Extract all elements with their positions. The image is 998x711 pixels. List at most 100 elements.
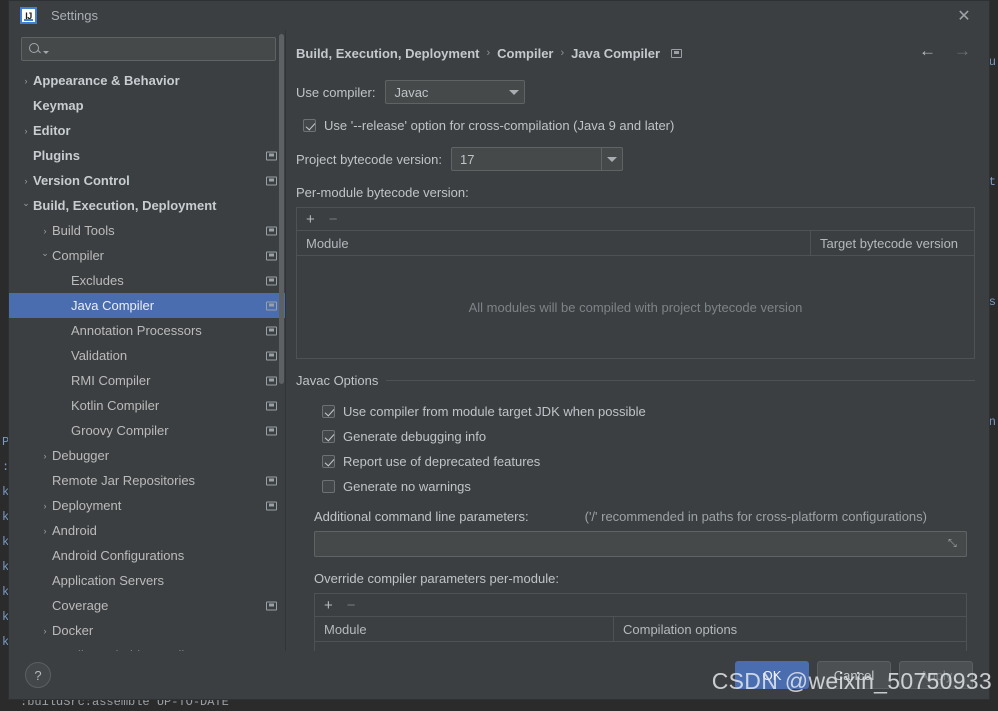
- chevron-right-icon[interactable]: ›: [38, 451, 52, 461]
- column-header-compilation-options[interactable]: Compilation options: [613, 617, 966, 641]
- settings-tree[interactable]: › Appearance & Behavior Keymap › Editor Plugi…: [9, 66, 286, 651]
- javac-options-list: Use compiler from module target JDK when…: [322, 399, 975, 499]
- sidebar-item-gradle-android-compiler[interactable]: Gradle-Android Compiler: [9, 643, 286, 651]
- sidebar-item-remote-jar-repositories[interactable]: Remote Jar Repositories: [9, 468, 286, 493]
- sidebar-item-rmi-compiler[interactable]: RMI Compiler: [9, 368, 286, 393]
- sidebar-item-kotlin-compiler[interactable]: Kotlin Compiler: [9, 393, 286, 418]
- sidebar-item-android-configurations[interactable]: Android Configurations: [9, 543, 286, 568]
- chevron-right-icon[interactable]: ›: [38, 501, 52, 511]
- sidebar-item-application-servers[interactable]: Application Servers: [9, 568, 286, 593]
- sidebar-item-plugins[interactable]: Plugins: [9, 143, 286, 168]
- sidebar-item-groovy-compiler[interactable]: Groovy Compiler: [9, 418, 286, 443]
- sidebar-item-deployment[interactable]: › Deployment: [9, 493, 286, 518]
- column-header-module[interactable]: Module: [315, 617, 613, 641]
- sidebar-item-android[interactable]: › Android: [9, 518, 286, 543]
- remove-row-button[interactable]: −: [347, 598, 356, 613]
- project-scope-icon: [266, 151, 277, 160]
- checkbox-icon: [303, 119, 316, 132]
- chevron-down-icon[interactable]: [600, 148, 622, 170]
- help-button[interactable]: ?: [25, 662, 51, 688]
- sidebar-item-build-execution-deployment[interactable]: ⌄ Build, Execution, Deployment: [9, 193, 286, 218]
- expand-icon[interactable]: ⤡: [948, 538, 959, 550]
- javac-option-generate-no-warnings[interactable]: Generate no warnings: [322, 474, 975, 499]
- dialog-title: Settings: [51, 8, 98, 23]
- close-icon[interactable]: ✕: [953, 5, 975, 27]
- ok-button[interactable]: OK: [735, 661, 809, 689]
- project-bytecode-select[interactable]: 17: [450, 147, 623, 171]
- sidebar-item-editor[interactable]: › Editor: [9, 118, 286, 143]
- sidebar-item-coverage[interactable]: Coverage: [9, 593, 286, 618]
- javac-option-report-use-of-deprecated-features[interactable]: Report use of deprecated features: [322, 449, 975, 474]
- javac-option-generate-debugging-info[interactable]: Generate debugging info: [322, 424, 975, 449]
- javac-option-label: Generate no warnings: [343, 479, 471, 494]
- dialog-body: › Appearance & Behavior Keymap › Editor Plugi…: [9, 30, 989, 651]
- checkbox-icon: [322, 455, 335, 468]
- sidebar-item-validation[interactable]: Validation: [9, 343, 286, 368]
- sidebar-item-label: Keymap: [33, 98, 84, 113]
- sidebar-item-build-tools[interactable]: › Build Tools: [9, 218, 286, 243]
- use-compiler-select[interactable]: Javac: [385, 80, 526, 104]
- search-input[interactable]: [21, 37, 276, 61]
- sidebar-item-label: Plugins: [33, 148, 80, 163]
- checkbox-icon: [322, 430, 335, 443]
- sidebar-item-label: Coverage: [52, 598, 109, 613]
- sidebar-item-version-control[interactable]: › Version Control: [9, 168, 286, 193]
- chevron-right-icon[interactable]: ›: [38, 526, 52, 536]
- sidebar-item-java-compiler[interactable]: Java Compiler: [9, 293, 286, 318]
- chevron-down-icon[interactable]: ⌄: [38, 248, 52, 259]
- sidebar-item-label: Build, Execution, Deployment: [33, 198, 217, 213]
- sidebar-item-label: Annotation Processors: [71, 323, 202, 338]
- project-scope-icon: [266, 476, 277, 485]
- sidebar-item-label: Kotlin Compiler: [71, 398, 160, 413]
- apply-button[interactable]: Apply: [899, 661, 973, 689]
- sidebar-item-docker[interactable]: › Docker: [9, 618, 286, 643]
- chevron-down-icon: [503, 81, 524, 103]
- chevron-right-icon[interactable]: ›: [19, 76, 33, 86]
- remove-row-button[interactable]: −: [329, 212, 338, 227]
- cancel-button[interactable]: Cancel: [817, 661, 891, 689]
- use-compiler-label: Use compiler:: [296, 84, 376, 100]
- breadcrumb-item-0[interactable]: Build, Execution, Deployment: [296, 46, 479, 61]
- add-row-button[interactable]: +: [324, 598, 333, 613]
- javac-option-use-compiler-from-module-target-jdk-when-possible[interactable]: Use compiler from module target JDK when…: [322, 399, 975, 424]
- override-params-label: Override compiler parameters per-module:: [314, 571, 559, 586]
- sidebar-item-label: Docker: [52, 623, 94, 638]
- add-row-button[interactable]: +: [306, 212, 315, 227]
- sidebar-item-label: Validation: [71, 348, 128, 363]
- forward-arrow-icon[interactable]: →: [954, 42, 971, 59]
- override-params-table: + − Module Compilation options Additiona…: [314, 593, 967, 651]
- project-scope-icon: [266, 301, 277, 310]
- chevron-right-icon[interactable]: ›: [19, 176, 33, 186]
- project-bytecode-value[interactable]: 17: [452, 152, 601, 167]
- chevron-right-icon[interactable]: ›: [38, 226, 52, 236]
- release-option-label: Use '--release' option for cross-compila…: [324, 118, 675, 133]
- javac-options-title: Javac Options: [296, 373, 379, 388]
- search-icon: [28, 42, 42, 56]
- sidebar-item-debugger[interactable]: › Debugger: [9, 443, 286, 468]
- back-arrow-icon[interactable]: ←: [919, 42, 936, 59]
- sidebar-scrollbar[interactable]: [279, 34, 284, 384]
- breadcrumb-item-1[interactable]: Compiler: [497, 46, 553, 61]
- chevron-down-icon[interactable]: ⌄: [19, 198, 33, 209]
- sidebar-item-compiler[interactable]: ⌄ Compiler: [9, 243, 286, 268]
- additional-params-input[interactable]: ⤡: [314, 531, 967, 557]
- main-content: Build, Execution, Deployment › Compiler …: [286, 30, 989, 651]
- column-header-target-bytecode[interactable]: Target bytecode version: [810, 231, 974, 255]
- breadcrumb: Build, Execution, Deployment › Compiler …: [296, 40, 975, 66]
- chevron-right-icon[interactable]: ›: [38, 626, 52, 636]
- project-scope-icon: [266, 426, 277, 435]
- dialog-titlebar: IJ Settings ✕: [9, 1, 989, 30]
- sidebar-item-label: Version Control: [33, 173, 130, 188]
- sidebar-item-annotation-processors[interactable]: Annotation Processors: [9, 318, 286, 343]
- checkbox-icon: [322, 405, 335, 418]
- chevron-right-icon[interactable]: ›: [19, 126, 33, 136]
- sidebar-item-excludes[interactable]: Excludes: [9, 268, 286, 293]
- project-scope-icon: [266, 176, 277, 185]
- sidebar-item-keymap[interactable]: Keymap: [9, 93, 286, 118]
- override-table-empty-message: Additional compilation options will be t…: [315, 642, 966, 651]
- column-header-module[interactable]: Module: [297, 231, 810, 255]
- sidebar-item-appearance-behavior[interactable]: › Appearance & Behavior: [9, 68, 286, 93]
- search-container: [9, 30, 286, 66]
- chevron-down-icon[interactable]: [43, 51, 49, 54]
- release-option-checkbox[interactable]: Use '--release' option for cross-compila…: [303, 118, 975, 133]
